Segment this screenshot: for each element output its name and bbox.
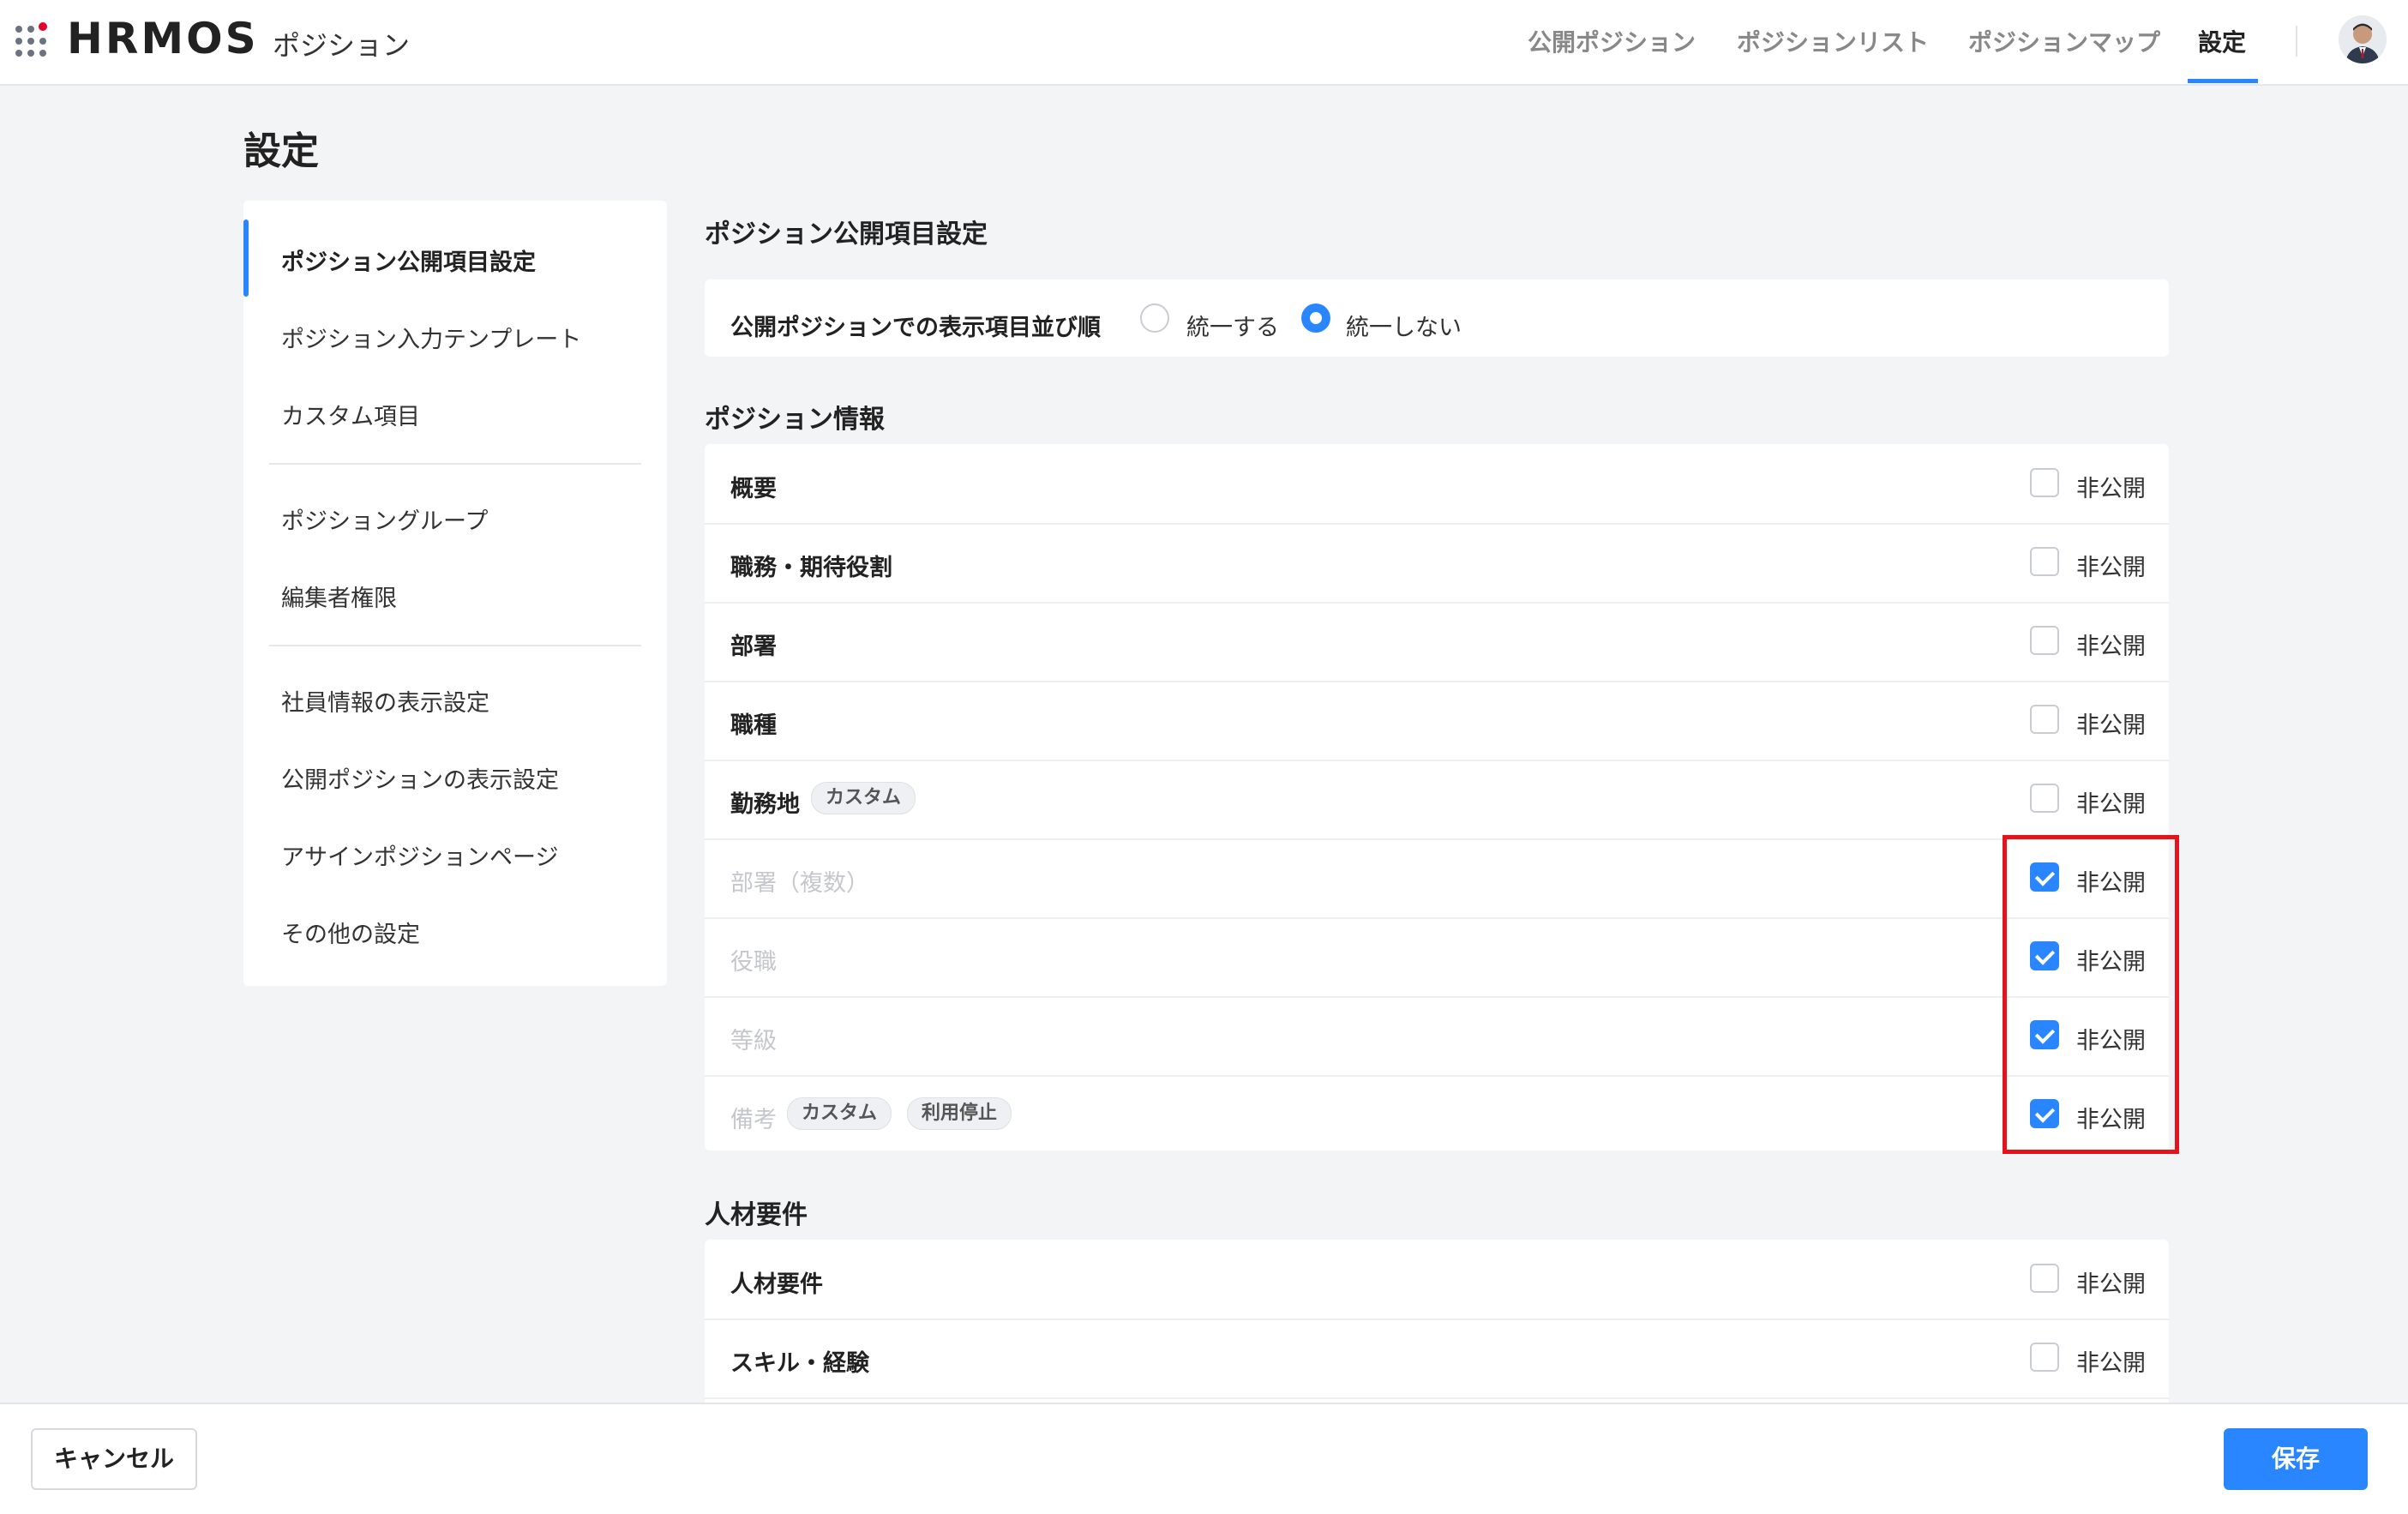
requirements-title: 人材要件: [705, 1200, 808, 1230]
field-row: 備考 カスタム 利用停止 非公開: [705, 1075, 2169, 1154]
private-checkbox-label[interactable]: 非公開: [2076, 706, 2146, 740]
nav-tab-position-map[interactable]: ポジションマップ: [1968, 24, 2160, 58]
radio-unify-label[interactable]: 統一する: [1186, 309, 1279, 342]
private-checkbox[interactable]: [2030, 547, 2059, 576]
sidebar-item-position-group[interactable]: ポジショングループ: [281, 502, 488, 536]
sidebar-item-input-template[interactable]: ポジション入力テンプレート: [281, 321, 581, 354]
sidebar-item-editor-permissions[interactable]: 編集者権限: [281, 580, 397, 613]
custom-tag: カスタム: [811, 782, 916, 814]
radio-not-unify[interactable]: [1301, 303, 1330, 333]
sidebar-divider: [269, 463, 641, 465]
sidebar-item-custom-fields[interactable]: カスタム項目: [281, 398, 420, 431]
requirements-card: 人材要件 非公開 スキル・経験 非公開: [705, 1240, 2169, 1408]
display-order-card: 公開ポジションでの表示項目並び順 統一する 統一しない: [705, 279, 2169, 357]
field-row: 職種 非公開: [705, 681, 2169, 761]
field-label: 部署: [730, 634, 777, 660]
private-checkbox[interactable]: [2030, 705, 2059, 734]
private-checkbox-label[interactable]: 非公開: [2076, 1344, 2146, 1378]
user-avatar[interactable]: [2339, 15, 2387, 63]
field-row: 役職 非公開: [705, 917, 2169, 998]
nav-tab-public-positions[interactable]: 公開ポジション: [1528, 24, 1696, 58]
sidebar-divider: [269, 645, 641, 646]
nav-divider: [2296, 26, 2297, 57]
field-label: スキル・経験: [730, 1350, 869, 1377]
field-label: 職務・期待役割: [730, 555, 892, 581]
display-order-label: 公開ポジションでの表示項目並び順: [730, 315, 1101, 341]
page-title: 設定: [243, 129, 319, 173]
field-label: 勤務地: [730, 791, 800, 818]
sidebar-item-other-settings[interactable]: その他の設定: [281, 916, 420, 949]
sidebar-item-public-position-display[interactable]: 公開ポジションの表示設定: [281, 761, 559, 795]
private-checkbox[interactable]: [2030, 1264, 2059, 1293]
sidebar-item-employee-display[interactable]: 社員情報の表示設定: [281, 684, 489, 718]
private-checkbox[interactable]: [2030, 784, 2059, 813]
field-row: 勤務地 カスタム 非公開: [705, 760, 2169, 840]
private-checkbox[interactable]: [2030, 626, 2059, 655]
save-button[interactable]: 保存: [2224, 1428, 2368, 1490]
active-tab-indicator: [2188, 79, 2258, 83]
sidebar-item-position-public-fields[interactable]: ポジション公開項目設定: [281, 243, 536, 277]
field-label: 備考: [730, 1107, 777, 1133]
position-info-title: ポジション情報: [705, 405, 885, 435]
private-checkbox[interactable]: [2030, 468, 2059, 497]
field-label: 職種: [730, 712, 777, 739]
nav-tab-settings[interactable]: 設定: [2198, 24, 2246, 58]
highlight-annotation-box: [2003, 835, 2179, 1154]
position-info-card: 概要 非公開 職務・期待役割 非公開 部署 非公開 職種 非公開 勤務地 カスタ…: [705, 444, 2169, 1151]
action-footer: キャンセル 保存: [0, 1403, 2408, 1514]
deprecated-tag: 利用停止: [907, 1097, 1012, 1130]
app-name: ポジション: [273, 29, 411, 62]
radio-not-unify-label[interactable]: 統一しない: [1346, 309, 1462, 342]
field-row: 部署 非公開: [705, 602, 2169, 682]
field-label: 部署（複数）: [730, 870, 869, 897]
sidebar-item-assign-position-page[interactable]: アサインポジションページ: [281, 838, 558, 872]
nav-tab-position-list[interactable]: ポジションリスト: [1737, 24, 1929, 58]
field-label: 役職: [730, 949, 777, 976]
private-checkbox-label[interactable]: 非公開: [2076, 1265, 2146, 1299]
private-checkbox-label[interactable]: 非公開: [2076, 549, 2146, 582]
private-checkbox[interactable]: [2030, 1343, 2059, 1372]
top-header: HRMOS ポジション 公開ポジション ポジションリスト ポジションマップ 設定: [0, 0, 2408, 86]
field-row: 人材要件 非公開: [705, 1240, 2169, 1320]
app-switcher-icon[interactable]: [15, 22, 50, 57]
hrmos-logo[interactable]: HRMOS: [67, 14, 259, 63]
cancel-button[interactable]: キャンセル: [31, 1428, 197, 1490]
private-checkbox-label[interactable]: 非公開: [2076, 470, 2146, 503]
private-checkbox-label[interactable]: 非公開: [2076, 628, 2146, 661]
sidebar-active-indicator: [243, 219, 249, 297]
custom-tag: カスタム: [787, 1097, 892, 1130]
field-row: 概要 非公開: [705, 444, 2169, 525]
field-row: 等級 非公開: [705, 996, 2169, 1077]
field-label: 人材要件: [730, 1271, 823, 1298]
radio-unify[interactable]: [1140, 303, 1169, 333]
private-checkbox-label[interactable]: 非公開: [2076, 785, 2146, 819]
settings-sidebar: ポジション公開項目設定 ポジション入力テンプレート カスタム項目 ポジショングル…: [243, 201, 667, 986]
field-label: 等級: [730, 1028, 777, 1054]
field-row: 職務・期待役割 非公開: [705, 523, 2169, 604]
field-label: 概要: [730, 476, 777, 502]
field-row: スキル・経験 非公開: [705, 1319, 2169, 1399]
field-row: 部署（複数） 非公開: [705, 838, 2169, 919]
section-title: ポジション公開項目設定: [705, 219, 988, 249]
